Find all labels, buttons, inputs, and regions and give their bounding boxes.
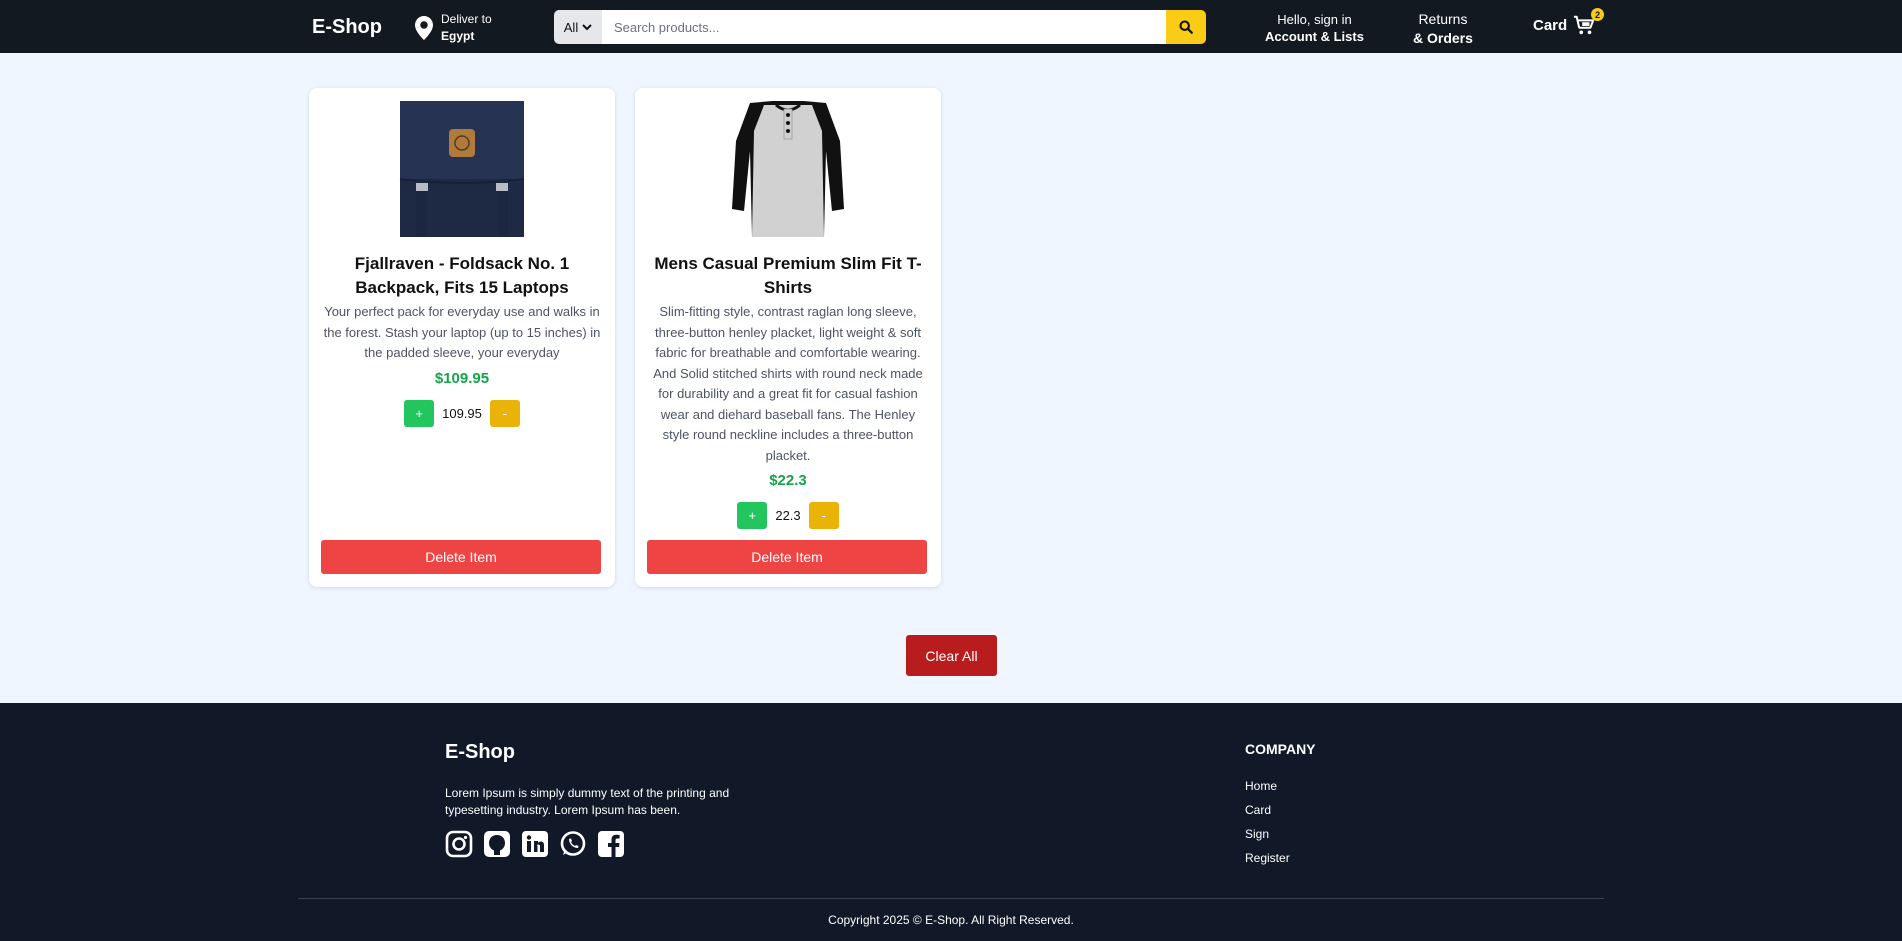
footer: E-Shop Lorem Ipsum is simply dummy text … [0,703,1902,941]
account-menu[interactable]: Hello, sign in Account & Lists [1265,11,1364,45]
delete-item-button[interactable]: Delete Item [321,540,601,574]
product-price: $109.95 [434,370,490,387]
footer-logo[interactable]: E-Shop [445,741,515,764]
clear-all-button[interactable]: Clear All [906,635,997,676]
search-bar: All [554,10,1206,44]
quantity-value: 22.3 [775,508,801,523]
product-description: Your perfect pack for everyday use and w… [323,304,601,360]
increase-quantity-button[interactable]: + [737,502,768,529]
footer-description: Lorem Ipsum is simply dummy text of the … [445,786,730,817]
chevron-down-icon [582,24,592,31]
search-button[interactable] [1166,10,1206,44]
footer-link-home[interactable]: Home [1245,774,1290,798]
whatsapp-icon[interactable] [559,830,587,858]
quantity-stepper: + 22.3 - [635,502,941,529]
cart-link[interactable]: Card 2 [1533,8,1605,36]
decrease-quantity-button[interactable]: - [808,502,839,529]
deliver-country: Egypt [441,29,475,43]
product-image-backpack [398,101,526,237]
github-icon[interactable] [483,830,511,858]
product-image-tshirt [720,101,856,237]
cart-label: Card [1533,16,1568,34]
returns-label: Returns [1418,11,1468,27]
quantity-stepper: + 109.95 - [309,400,615,427]
orders-label: & Orders [1413,30,1473,46]
product-price: $22.3 [769,472,807,489]
cart-count-badge: 2 [1591,8,1605,21]
instagram-icon[interactable] [445,830,473,858]
product-card: Fjallraven - Foldsack No. 1 Backpack, Fi… [309,88,615,587]
search-category-value: All [563,19,579,35]
footer-link-register[interactable]: Register [1245,846,1290,870]
product-title: Mens Casual Premium Slim Fit T-Shirts [654,254,922,297]
deliver-to[interactable]: Deliver to Egypt [415,11,492,45]
quantity-value: 109.95 [442,406,482,421]
copyright-text: Copyright 2025 © E-Shop. All Right Reser… [828,913,1074,927]
footer-link-card[interactable]: Card [1245,798,1290,822]
returns-orders-link[interactable]: Returns & Orders [1413,10,1473,48]
footer-company-heading: COMPANY [1245,741,1316,757]
facebook-icon[interactable] [597,830,625,858]
search-category-select[interactable]: All [554,10,602,44]
footer-links: Home Card Sign Register [1245,774,1290,870]
cart-icon-wrap: 2 [1573,8,1605,36]
location-pin-icon [415,16,433,40]
delete-item-button[interactable]: Delete Item [647,540,927,574]
product-title: Fjallraven - Foldsack No. 1 Backpack, Fi… [354,254,570,297]
deliver-label: Deliver to [441,12,492,26]
account-lists-label: Account & Lists [1265,29,1364,44]
decrease-quantity-button[interactable]: - [489,400,520,427]
top-navbar: E-Shop Deliver to Egypt All Hello, sign … [0,0,1902,53]
signin-greeting: Hello, sign in [1277,12,1352,27]
product-card: Mens Casual Premium Slim Fit T-Shirts Sl… [635,88,941,587]
search-icon [1179,20,1193,34]
product-description: Slim-fitting style, contrast raglan long… [653,304,923,463]
deliver-text: Deliver to Egypt [441,11,492,45]
site-logo[interactable]: E-Shop [312,16,382,39]
footer-divider [298,898,1604,899]
increase-quantity-button[interactable]: + [404,400,435,427]
footer-link-sign[interactable]: Sign [1245,822,1290,846]
search-input[interactable] [602,10,1166,44]
linkedin-icon[interactable] [521,830,549,858]
social-links [445,830,625,858]
